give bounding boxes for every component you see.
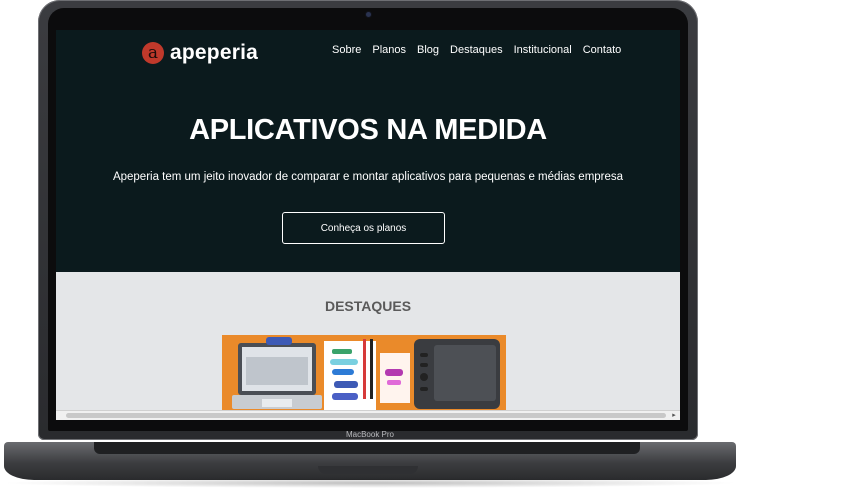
- hero-section: a apeperia Sobre Planos Blog Destaques I…: [56, 30, 680, 272]
- workspace-illustration-icon: [222, 335, 506, 415]
- site-logo[interactable]: a apeperia: [142, 41, 258, 65]
- scrollbar-thumb[interactable]: [66, 413, 666, 418]
- nav-item-sobre[interactable]: Sobre: [332, 44, 361, 56]
- plans-cta-button[interactable]: Conheça os planos: [282, 212, 445, 244]
- hero-title: APLICATIVOS NA MEDIDA: [189, 114, 547, 146]
- nav-item-contato[interactable]: Contato: [583, 44, 622, 56]
- featured-title: DESTAQUES: [324, 298, 412, 314]
- laptop-opening-notch: [318, 466, 418, 474]
- logo-mark-icon: a: [142, 42, 164, 64]
- nav-item-destaques[interactable]: Destaques: [450, 44, 503, 56]
- main-nav: Sobre Planos Blog Destaques Instituciona…: [332, 44, 632, 56]
- laptop-shadow: [0, 478, 740, 488]
- browser-viewport: a apeperia Sobre Planos Blog Destaques I…: [56, 30, 680, 420]
- nav-item-planos[interactable]: Planos: [372, 44, 406, 56]
- nav-item-institucional[interactable]: Institucional: [514, 44, 572, 56]
- horizontal-scrollbar[interactable]: ▸: [56, 410, 680, 420]
- hero-subtitle: Apeperia tem um jeito inovador de compar…: [112, 171, 624, 183]
- logo-text: apeperia: [170, 41, 258, 64]
- laptop-hinge: [94, 442, 640, 454]
- scroll-right-arrow-icon[interactable]: ▸: [670, 411, 678, 420]
- device-model-label: MacBook Pro: [345, 430, 395, 439]
- featured-image[interactable]: [222, 335, 506, 415]
- nav-item-blog[interactable]: Blog: [417, 44, 439, 56]
- camera-icon: [366, 12, 371, 17]
